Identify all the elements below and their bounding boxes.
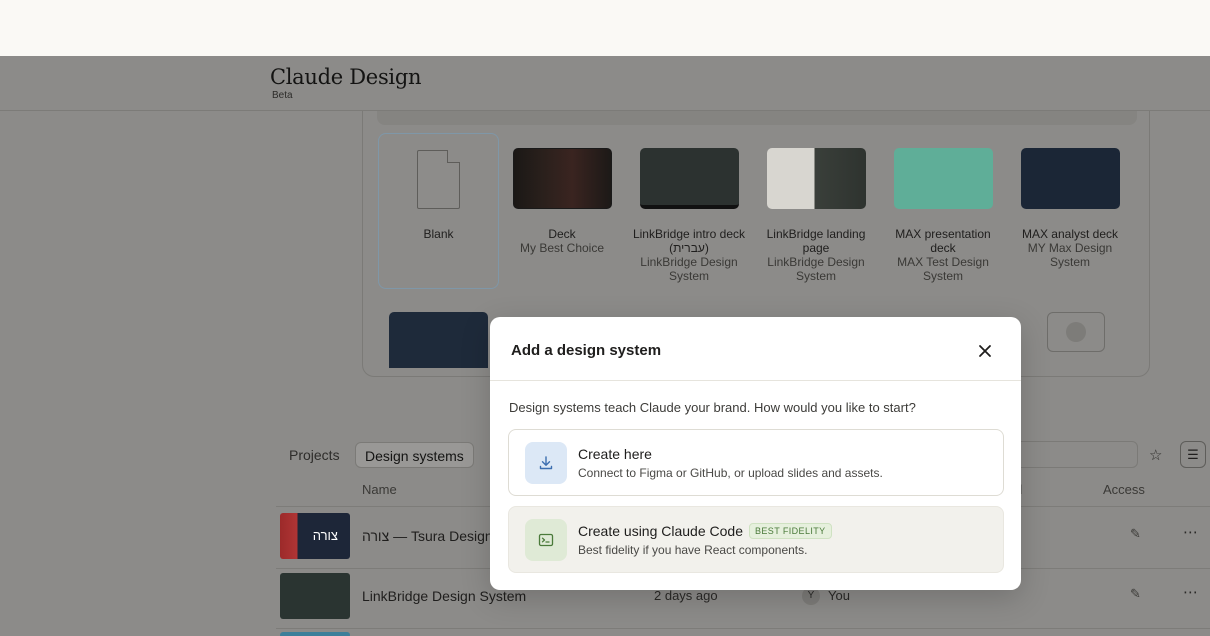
option-subtitle: Best fidelity if you have React componen… xyxy=(578,543,808,557)
template-name: MAX analyst deck xyxy=(1021,227,1119,241)
more-icon[interactable]: ⋯ xyxy=(1183,523,1198,541)
top-bar xyxy=(0,0,1210,56)
create-here-option[interactable]: Create here Connect to Figma or GitHub, … xyxy=(508,429,1004,496)
template-subtitle: MY Max Design System xyxy=(1027,241,1113,269)
video-template-thumbnail[interactable] xyxy=(1047,312,1105,352)
template-name: Blank xyxy=(423,227,454,241)
row-name[interactable]: LinkBridge Design System xyxy=(362,588,526,604)
template-linkbridge-intro[interactable]: LinkBridge intro deck (עברית) LinkBridge… xyxy=(629,133,749,283)
app-header: Claude Design Beta xyxy=(0,56,1210,111)
template-thumbnail xyxy=(512,148,612,209)
template-max-presentation[interactable]: MAX presentation deck MAX Test Design Sy… xyxy=(883,133,1003,283)
download-icon xyxy=(525,442,567,484)
play-icon xyxy=(1066,322,1086,342)
template-subtitle: LinkBridge Design System xyxy=(767,255,865,283)
row-date: 2 days ago xyxy=(654,588,718,603)
template-thumbnail xyxy=(893,148,993,209)
modal-divider xyxy=(490,380,1021,381)
table-row[interactable] xyxy=(276,630,1210,636)
template-subtitle: MAX Test Design System xyxy=(897,255,989,283)
template-linkbridge-landing[interactable]: LinkBridge landing page LinkBridge Desig… xyxy=(756,133,876,283)
row-thumbnail xyxy=(280,573,350,619)
template-subtitle: LinkBridge Design System xyxy=(640,255,738,283)
option-title-row: Create using Claude Code BEST FIDELITY xyxy=(578,523,832,539)
option-title: Create using Claude Code xyxy=(578,523,743,539)
create-with-claude-code-option[interactable]: Create using Claude Code BEST FIDELITY Be… xyxy=(508,506,1004,573)
template-thumbnail xyxy=(1020,148,1120,209)
close-icon[interactable] xyxy=(974,340,996,362)
beta-badge: Beta xyxy=(272,90,293,101)
template-thumbnail xyxy=(639,148,739,209)
modal-description: Design systems teach Claude your brand. … xyxy=(509,400,916,415)
column-header-access[interactable]: Access xyxy=(1103,482,1145,497)
blank-document-icon xyxy=(417,150,460,209)
template-subtitle: My Best Choice xyxy=(519,241,605,255)
option-title: Create here xyxy=(578,446,652,462)
templates-panel-bar xyxy=(377,111,1137,125)
template-deck[interactable]: Deck My Best Choice xyxy=(502,133,622,255)
template-thumbnail xyxy=(766,148,866,209)
terminal-icon xyxy=(525,519,567,561)
divider xyxy=(276,628,1210,629)
template-thumbnail-row2[interactable] xyxy=(389,312,488,368)
edit-icon[interactable]: ✎ xyxy=(1130,586,1141,602)
modal-title: Add a design system xyxy=(511,342,662,359)
more-icon[interactable]: ⋯ xyxy=(1183,583,1198,601)
template-max-analyst[interactable]: MAX analyst deck MY Max Design System xyxy=(1010,133,1130,269)
row-thumbnail xyxy=(280,632,350,636)
tab-projects[interactable]: Projects xyxy=(289,442,340,468)
row-thumbnail: צורה xyxy=(280,513,350,559)
app-title[interactable]: Claude Design xyxy=(270,65,422,89)
row-owner: You xyxy=(828,588,850,603)
column-header-name[interactable]: Name xyxy=(362,482,397,497)
list-view-icon[interactable]: ☰ xyxy=(1180,441,1206,468)
template-name: LinkBridge intro deck (עברית) xyxy=(632,227,746,255)
tab-design-systems[interactable]: Design systems xyxy=(355,442,474,468)
template-name: MAX presentation deck xyxy=(895,227,991,255)
template-name: LinkBridge landing page xyxy=(766,227,866,255)
option-subtitle: Connect to Figma or GitHub, or upload sl… xyxy=(578,466,883,480)
template-name: Deck xyxy=(548,227,576,241)
star-icon[interactable]: ☆ xyxy=(1149,446,1162,464)
best-fidelity-badge: BEST FIDELITY xyxy=(749,523,832,539)
add-design-system-modal: Add a design system Design systems teach… xyxy=(490,317,1021,590)
edit-icon[interactable]: ✎ xyxy=(1130,526,1141,542)
template-blank[interactable]: Blank xyxy=(378,133,499,289)
